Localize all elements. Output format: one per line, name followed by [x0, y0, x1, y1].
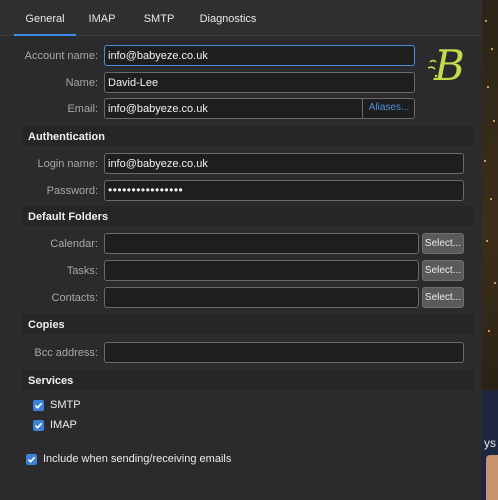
smtp-service-checkbox[interactable]: SMTP	[33, 399, 81, 411]
checkbox-checked-icon	[33, 419, 44, 431]
background-text: ys	[484, 436, 496, 450]
email-label: Email:	[67, 103, 98, 115]
checkbox-checked-icon	[26, 453, 37, 465]
tab-diagnostics[interactable]: Diagnostics	[196, 0, 260, 36]
tasks-label: Tasks:	[66, 265, 98, 277]
name-input[interactable]	[104, 72, 415, 93]
name-label: Name:	[65, 77, 98, 89]
login-name-input[interactable]	[104, 153, 464, 174]
tab-smtp[interactable]: SMTP	[138, 0, 180, 36]
tab-general[interactable]: General	[14, 0, 76, 36]
contacts-select-button[interactable]: Select...	[422, 287, 464, 308]
tab-imap[interactable]: IMAP	[82, 0, 122, 36]
services-title: Services	[28, 375, 74, 387]
contacts-input[interactable]	[104, 287, 419, 308]
password-label: Password:	[46, 185, 98, 197]
tasks-select-button[interactable]: Select...	[422, 260, 464, 281]
copies-title: Copies	[28, 319, 65, 331]
aliases-button[interactable]: Aliases...	[362, 98, 415, 119]
logo-letter: B	[433, 41, 465, 88]
background-photo: ys	[482, 0, 498, 500]
calendar-select-button[interactable]: Select...	[422, 233, 464, 254]
bcc-address-input[interactable]	[104, 342, 464, 363]
bcc-address-label: Bcc address:	[34, 347, 98, 359]
account-settings-panel: General IMAP SMTP Diagnostics Account na…	[0, 0, 482, 500]
include-sending-receiving-checkbox[interactable]: Include when sending/receiving emails	[26, 453, 231, 465]
calendar-input[interactable]	[104, 233, 419, 254]
default-folders-title: Default Folders	[28, 211, 109, 223]
babyeze-logo: B	[428, 41, 465, 88]
imap-service-checkbox[interactable]: IMAP	[33, 419, 77, 431]
contacts-label: Contacts:	[51, 292, 98, 304]
password-input[interactable]: ••••••••••••••••	[104, 180, 464, 201]
checkbox-checked-icon	[33, 399, 44, 411]
authentication-title: Authentication	[28, 131, 105, 143]
imap-service-label: IMAP	[50, 419, 77, 431]
include-sending-receiving-label: Include when sending/receiving emails	[43, 453, 232, 465]
login-name-label: Login name:	[37, 158, 98, 170]
copies-section-header	[22, 314, 474, 334]
smtp-service-label: SMTP	[50, 399, 81, 411]
tab-bar: General IMAP SMTP Diagnostics	[0, 0, 482, 36]
account-name-label: Account name:	[24, 50, 98, 62]
services-section-header	[22, 370, 474, 390]
calendar-label: Calendar:	[50, 238, 98, 250]
account-name-input[interactable]	[104, 45, 415, 66]
tasks-input[interactable]	[104, 260, 419, 281]
